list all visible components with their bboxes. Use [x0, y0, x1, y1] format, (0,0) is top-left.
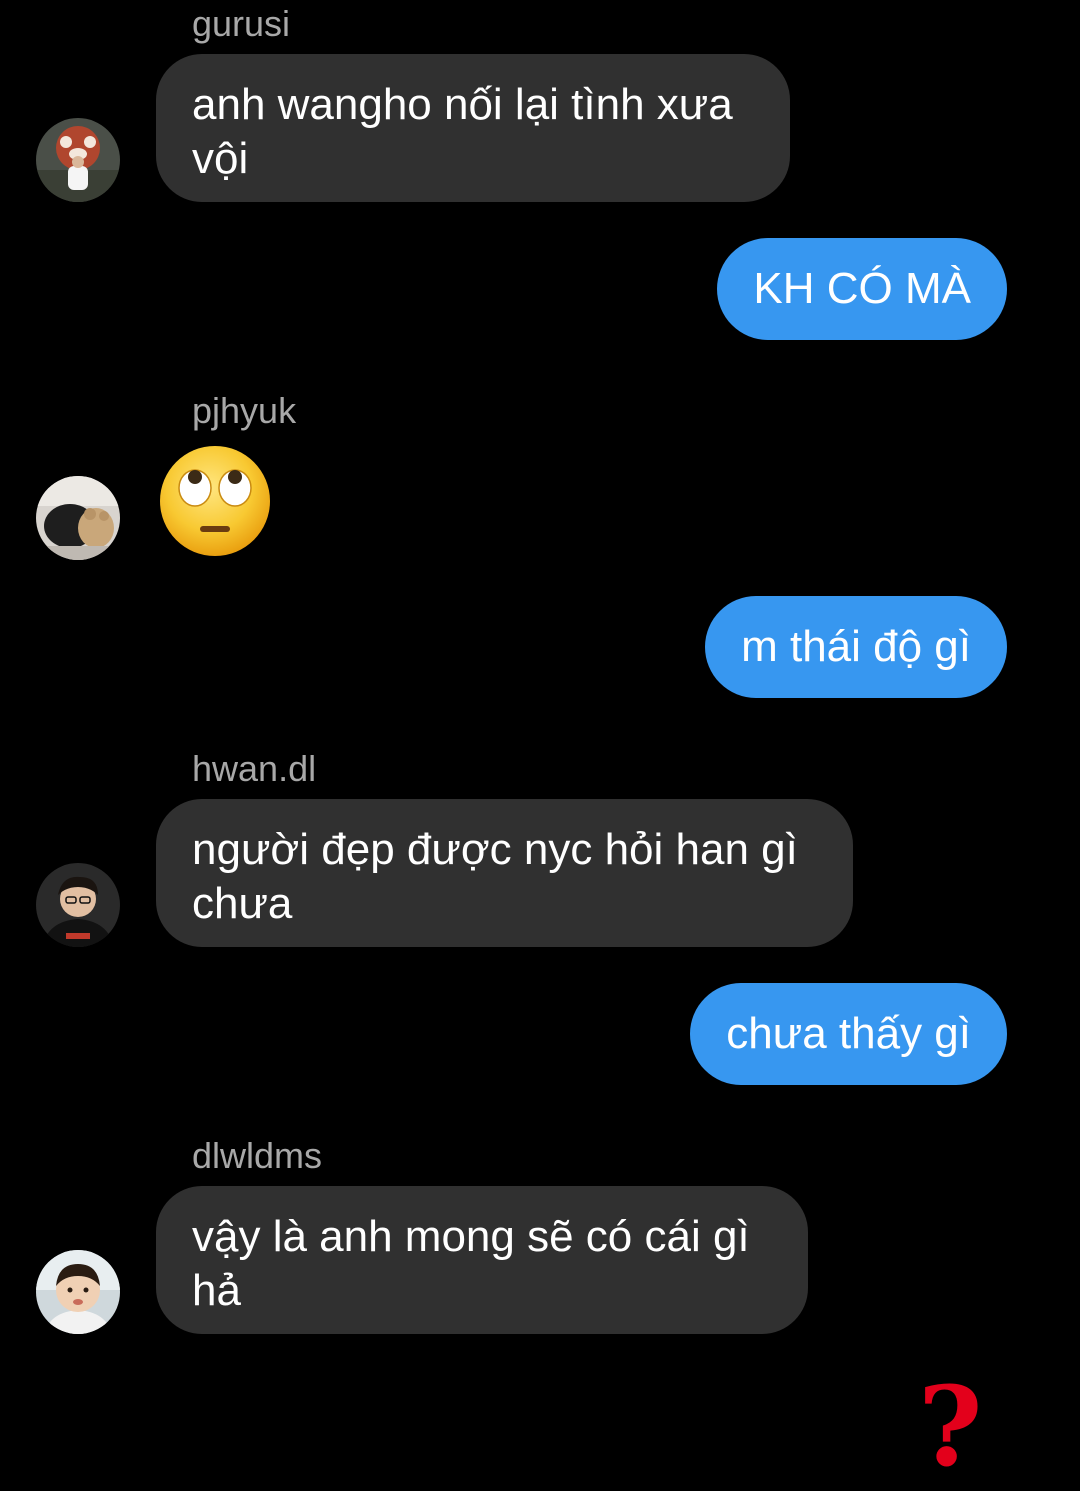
face-with-rolling-eyes-icon	[160, 446, 270, 556]
avatar-dlwldms[interactable]	[36, 1250, 120, 1334]
sender-name-hwan-dl: hwan.dl	[192, 748, 317, 789]
red-question-mark-icon: ?	[918, 1362, 983, 1491]
avatar-hwan-dl[interactable]	[36, 863, 120, 947]
avatar-pjhyuk[interactable]	[36, 476, 120, 560]
message-bubble-outgoing[interactable]: m thái độ gì	[705, 596, 1007, 698]
message-bubble-incoming[interactable]: vậy là anh mong sẽ có cái gì hả	[156, 1186, 808, 1334]
red-panda-photo-icon	[36, 118, 120, 202]
message-bubble-outgoing[interactable]: chưa thấy gì	[690, 983, 1007, 1085]
message-bubble-outgoing[interactable]: KH CÓ MÀ	[717, 238, 1007, 340]
avatar-gurusi[interactable]	[36, 118, 120, 202]
child-photo-icon	[36, 1250, 120, 1334]
plush-toy-photo-icon	[36, 476, 120, 560]
message-bubble-incoming[interactable]: anh wangho nối lại tình xưa vội	[156, 54, 790, 202]
sender-name-pjhyuk: pjhyuk	[192, 390, 297, 431]
sender-name-gurusi: gurusi	[192, 3, 291, 44]
message-bubble-incoming[interactable]: người đẹp được nyc hỏi han gì chưa	[156, 799, 853, 947]
sender-name-dlwldms: dlwldms	[192, 1135, 323, 1176]
emoji-message[interactable]	[158, 444, 272, 558]
person-photo-icon	[36, 863, 120, 947]
